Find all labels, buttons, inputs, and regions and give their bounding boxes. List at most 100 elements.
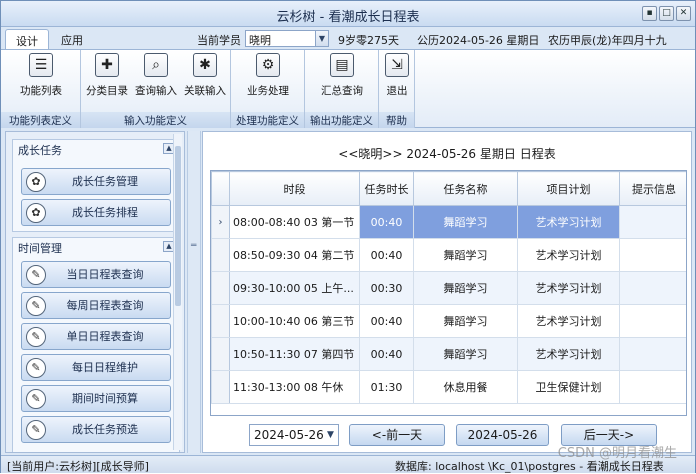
section-header[interactable]: 成长任务 ▲ [13, 140, 179, 158]
summary-query-button[interactable]: ▤ 汇总查询 [310, 53, 374, 98]
chevron-down-icon[interactable]: ▼ [323, 425, 338, 445]
maximize-button[interactable]: □ [659, 6, 674, 21]
cell-hint[interactable] [619, 271, 686, 305]
wrench-icon: ✎ [26, 265, 46, 285]
date-picker[interactable]: 2024-05-26 ▼ [249, 424, 339, 446]
cell-hint[interactable] [619, 238, 686, 272]
cell-task[interactable]: 舞蹈学习 [413, 337, 518, 371]
ribbon-tab-row: 设计 应用 当前学员 晓明 ▼ 9岁零275天 公历2024-05-26 星期日… [1, 27, 695, 49]
nav-growth-task-schedule[interactable]: ✿ 成长任务排程 [21, 199, 171, 226]
table-row[interactable]: 10:00-10:40 06 第三节 00:40 舞蹈学习 艺术学习计划 [211, 304, 686, 338]
cell-task[interactable]: 休息用餐 [413, 370, 518, 404]
cell-duration[interactable]: 00:40 [359, 238, 414, 272]
cell-task[interactable]: 舞蹈学习 [413, 271, 518, 305]
ribbon: ☰ 功能列表 功能列表定义 ✚ 分类目录 ⌕ 查询输入 ✱ 关联输入 输入功能定… [1, 49, 695, 128]
cell-plan[interactable]: 艺术学习计划 [517, 238, 620, 272]
cell-duration[interactable]: 00:40 [359, 337, 414, 371]
ribbon-group-function-list: ☰ 功能列表 功能列表定义 [1, 50, 81, 128]
lunar-date: 农历甲辰(龙)年四月十九 [548, 34, 667, 47]
column-header-period[interactable]: 时段 [229, 171, 360, 206]
cell-plan[interactable]: 卫生保健计划 [517, 370, 620, 404]
student-select[interactable]: 晓明 ▼ [245, 30, 329, 47]
current-row-icon: › [211, 205, 230, 239]
ribbon-group-label: 处理功能定义 [231, 112, 304, 128]
status-current-user: [当前用户:云杉树][成长导师] [7, 460, 149, 473]
cell-plan[interactable]: 艺术学习计划 [517, 304, 620, 338]
cell-duration[interactable]: 00:40 [359, 205, 414, 239]
cell-plan[interactable]: 艺术学习计划 [517, 337, 620, 371]
cell-duration[interactable]: 01:30 [359, 370, 414, 404]
category-button[interactable]: ✚ 分类目录 [83, 53, 131, 98]
column-header-duration[interactable]: 任务时长 [359, 171, 414, 206]
function-list-button[interactable]: ☰ 功能列表 [9, 53, 73, 98]
table-row[interactable]: 10:50-11:30 07 第四节 00:40 舞蹈学习 艺术学习计划 [211, 337, 686, 371]
ribbon-group-process: ⚙ 业务处理 处理功能定义 [231, 50, 305, 128]
table-row[interactable]: 09:30-10:00 05 上午... 00:30 舞蹈学习 艺术学习计划 [211, 271, 686, 305]
tab-application[interactable]: 应用 [51, 29, 93, 49]
close-button[interactable]: ✕ [676, 6, 691, 21]
cell-duration[interactable]: 00:40 [359, 304, 414, 338]
navigation-panel: 成长任务 ▲ ✿ 成长任务管理 ✿ 成长任务排程 时间管理 ▲ ✎ 当日日程表查… [5, 131, 185, 453]
row-header [211, 337, 230, 371]
ribbon-group-label: 功能列表定义 [1, 112, 80, 128]
cell-period[interactable]: 11:30-13:00 08 午休 [229, 370, 360, 404]
minimize-button[interactable]: ▪ [642, 6, 657, 21]
nav-growth-task-manage[interactable]: ✿ 成长任务管理 [21, 168, 171, 195]
cell-duration[interactable]: 00:30 [359, 271, 414, 305]
linked-input-button[interactable]: ✱ 关联输入 [181, 53, 229, 98]
cell-hint[interactable] [619, 337, 686, 371]
nav-scrollbar-thumb[interactable] [175, 146, 181, 306]
exit-button[interactable]: ⇲ 退出 [381, 53, 413, 98]
ribbon-group-input: ✚ 分类目录 ⌕ 查询输入 ✱ 关联输入 输入功能定义 [81, 50, 231, 128]
cell-task[interactable]: 舞蹈学习 [413, 238, 518, 272]
cell-period[interactable]: 10:00-10:40 06 第三节 [229, 304, 360, 338]
cell-hint[interactable] [619, 370, 686, 404]
section-header[interactable]: 时间管理 ▲ [13, 238, 179, 256]
task-icon: ✿ [26, 172, 46, 192]
cell-hint[interactable] [619, 205, 686, 239]
student-age: 9岁零275天 [338, 34, 399, 47]
function-list-label: 功能列表 [20, 85, 62, 97]
student-label: 当前学员 [197, 34, 241, 47]
nav-label: 成长任务管理 [72, 175, 138, 188]
panel-splitter[interactable]: ═ [187, 131, 201, 453]
column-header-task[interactable]: 任务名称 [413, 171, 518, 206]
nav-single-day-schedule[interactable]: ✎ 单日日程表查询 [21, 323, 171, 350]
nav-task-preselect[interactable]: ✎ 成长任务预选 [21, 416, 171, 443]
cell-period[interactable]: 10:50-11:30 07 第四节 [229, 337, 360, 371]
nav-scrollbar[interactable] [173, 134, 182, 450]
cell-task[interactable]: 舞蹈学习 [413, 205, 518, 239]
cell-plan[interactable]: 艺术学习计划 [517, 271, 620, 305]
column-header-plan[interactable]: 项目计划 [517, 171, 620, 206]
nav-daily-maintenance[interactable]: ✎ 每日日程维护 [21, 354, 171, 381]
nav-label: 每周日程表查询 [66, 299, 144, 312]
prev-day-button[interactable]: <-前一天 [349, 424, 445, 446]
cell-task[interactable]: 舞蹈学习 [413, 304, 518, 338]
business-process-button[interactable]: ⚙ 业务处理 [236, 53, 300, 98]
table-row[interactable]: 11:30-13:00 08 午休 01:30 休息用餐 卫生保健计划 [211, 370, 686, 404]
table-row[interactable]: 08:50-09:30 04 第二节 00:40 舞蹈学习 艺术学习计划 [211, 238, 686, 272]
title-bar[interactable]: 云杉树 - 看潮成长日程表 ▪ □ ✕ [1, 1, 695, 27]
cell-period[interactable]: 08:50-09:30 04 第二节 [229, 238, 360, 272]
cell-period[interactable]: 09:30-10:00 05 上午... [229, 271, 360, 305]
cell-hint[interactable] [619, 304, 686, 338]
nav-period-budget[interactable]: ✎ 期间时间预算 [21, 385, 171, 412]
query-input-label: 查询输入 [135, 85, 177, 97]
exit-label: 退出 [386, 85, 408, 97]
row-header [211, 304, 230, 338]
summary-query-label: 汇总查询 [321, 85, 363, 97]
cell-period[interactable]: 08:00-08:40 03 第一节 [229, 205, 360, 239]
tab-design[interactable]: 设计 [5, 29, 49, 49]
star-icon: ✱ [193, 53, 217, 77]
ribbon-group-label: 输出功能定义 [305, 112, 378, 128]
chevron-down-icon[interactable]: ▼ [315, 31, 328, 46]
nav-today-schedule[interactable]: ✎ 当日日程表查询 [21, 261, 171, 288]
date-picker-value: 2024-05-26 [254, 428, 324, 442]
ribbon-group-help: ⇲ 退出 帮助 [379, 50, 415, 128]
today-button[interactable]: 2024-05-26 [456, 424, 549, 446]
nav-weekly-schedule[interactable]: ✎ 每周日程表查询 [21, 292, 171, 319]
table-row[interactable]: › 08:00-08:40 03 第一节 00:40 舞蹈学习 艺术学习计划 [211, 205, 686, 239]
column-header-hint[interactable]: 提示信息 [619, 171, 686, 206]
cell-plan[interactable]: 艺术学习计划 [517, 205, 620, 239]
query-input-button[interactable]: ⌕ 查询输入 [131, 53, 181, 98]
